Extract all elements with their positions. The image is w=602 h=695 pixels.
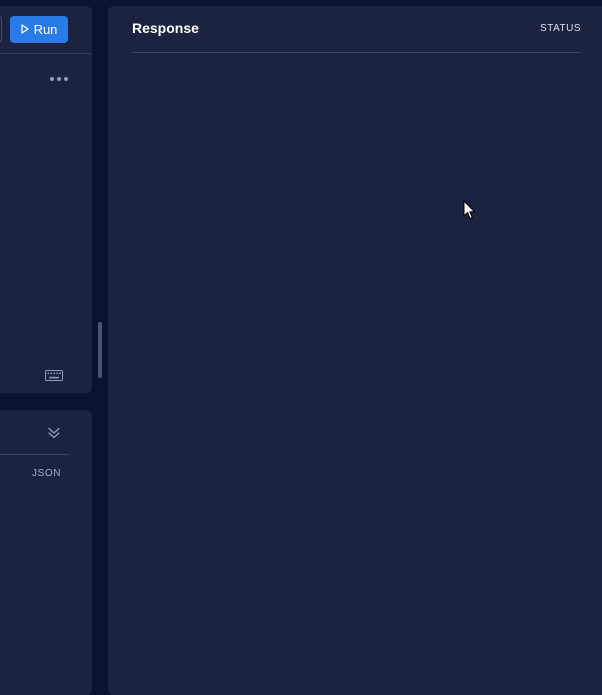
run-button-label: Run (33, 22, 58, 37)
play-icon (20, 22, 29, 37)
variables-panel: JSON (0, 410, 92, 695)
chevrons-down-icon[interactable] (47, 425, 61, 439)
mouse-cursor-icon (463, 200, 477, 221)
run-button[interactable]: Run (10, 16, 68, 43)
more-horizontal-icon[interactable] (49, 68, 69, 81)
variables-header-divider (0, 454, 69, 455)
json-tab[interactable]: JSON (32, 468, 61, 479)
status-label: STATUS (540, 23, 581, 34)
editor-header-divider (0, 53, 92, 54)
app-window: Run JSON Response STATUS (0, 0, 602, 695)
response-title: Response (132, 20, 199, 36)
panel-resize-handle[interactable] (98, 322, 102, 378)
query-editor-panel: Run (0, 6, 92, 393)
keyboard-icon[interactable] (45, 366, 63, 381)
response-panel: Response STATUS (108, 6, 602, 695)
response-header-divider (132, 52, 581, 53)
toolbar-button-edge[interactable] (0, 16, 2, 43)
